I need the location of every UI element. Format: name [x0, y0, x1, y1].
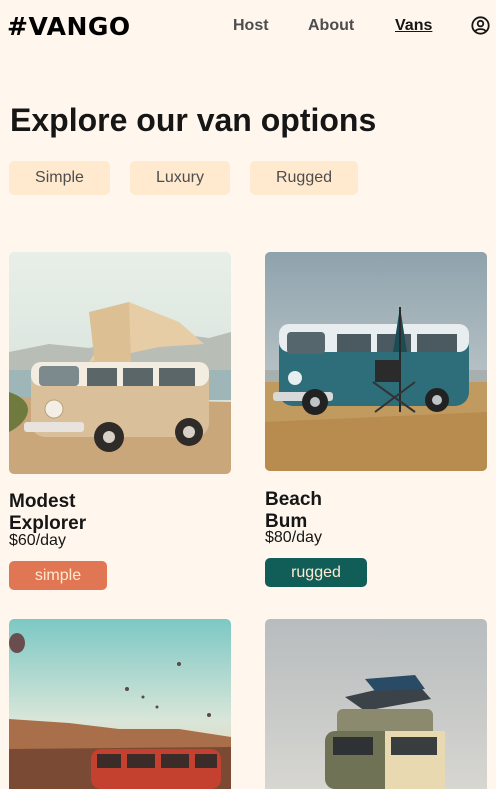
van-price-amount: $60 [9, 532, 36, 549]
filter-rugged-button[interactable]: Rugged [250, 161, 358, 195]
van-price-unit: /day [35, 532, 66, 549]
van-price: $60/day [9, 531, 66, 551]
van-image[interactable] [9, 252, 231, 474]
van-image[interactable] [265, 252, 487, 471]
nav-vans-link[interactable]: Vans [395, 17, 432, 35]
page-title: Explore our van options [10, 102, 377, 138]
van-name[interactable]: Beach Bum [265, 489, 322, 533]
van-type-badge: rugged [265, 558, 367, 587]
van-price-unit: /day [291, 529, 322, 546]
van-price: $80/day [265, 528, 322, 548]
site-header: #VANGO Host About Vans [0, 0, 496, 52]
van-type-badge: simple [9, 561, 107, 590]
filter-simple-button[interactable]: Simple [9, 161, 110, 195]
nav-about-link[interactable]: About [308, 17, 354, 35]
nav-host-link[interactable]: Host [233, 17, 269, 35]
filter-luxury-button[interactable]: Luxury [130, 161, 230, 195]
user-circle-icon[interactable] [471, 16, 490, 35]
van-image[interactable] [9, 619, 231, 789]
van-image[interactable] [265, 619, 487, 789]
van-name[interactable]: Modest Explorer [9, 491, 86, 535]
van-price-amount: $80 [265, 529, 292, 546]
logo[interactable]: #VANGO [7, 12, 131, 42]
